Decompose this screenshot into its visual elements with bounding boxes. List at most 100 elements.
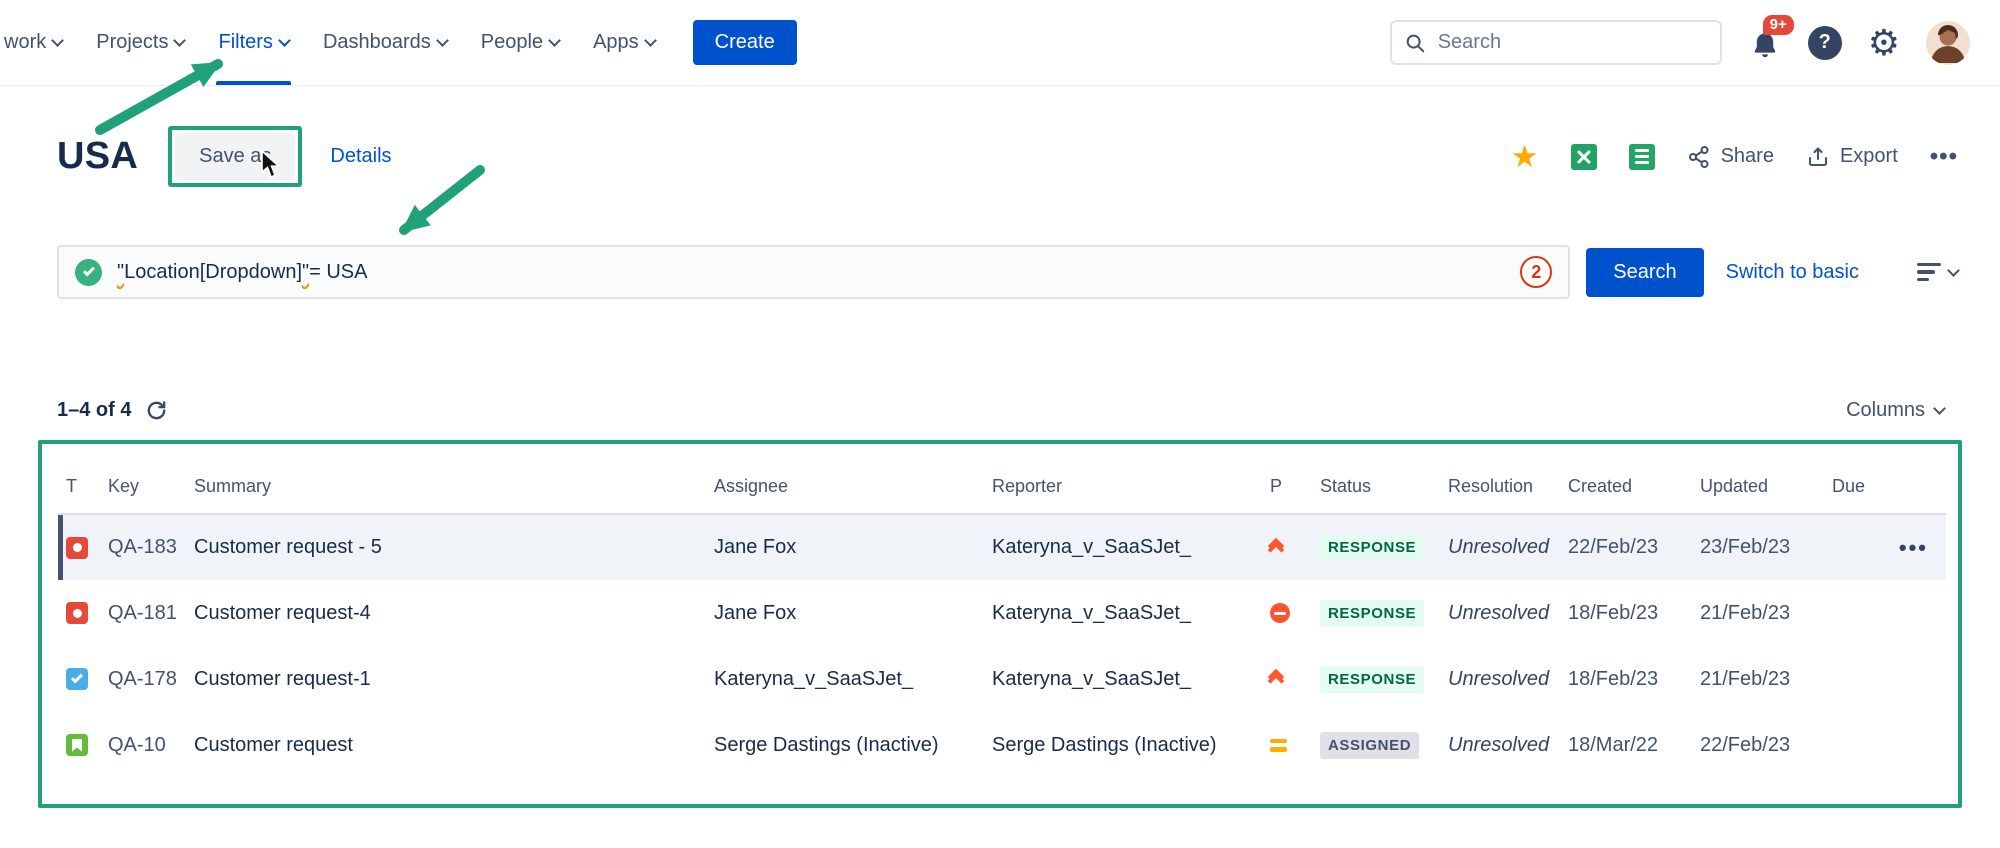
resolution-cell: Unresolved: [1440, 646, 1560, 712]
export-label: Export: [1840, 145, 1898, 168]
created-cell: 18/Mar/22: [1560, 712, 1692, 778]
details-link[interactable]: Details: [330, 145, 391, 168]
table-row[interactable]: QA-183Customer request - 5Jane FoxKatery…: [58, 514, 1946, 580]
task-icon: [66, 668, 88, 690]
notification-badge: 9+: [1763, 15, 1794, 35]
col-header-summary[interactable]: Summary: [186, 468, 706, 514]
save-as-button[interactable]: Save as: [175, 133, 295, 180]
row-actions-cell: [1888, 580, 1946, 646]
table-row[interactable]: QA-181Customer request-4Jane FoxKateryna…: [58, 580, 1946, 646]
priority-blocker-icon: [1270, 603, 1290, 623]
resolution-cell: Unresolved: [1440, 580, 1560, 646]
nav-right-group: 9+ ? ⚙: [1390, 20, 1970, 65]
create-button[interactable]: Create: [693, 20, 797, 65]
due-cell: [1824, 646, 1888, 712]
search-input[interactable]: [1436, 30, 1708, 55]
top-navigation: work Projects Filters Dashboards People …: [0, 0, 2000, 86]
status-cell: RESPONSE: [1312, 514, 1440, 580]
nav-item-label: work: [4, 31, 46, 54]
nav-item-filters[interactable]: Filters: [218, 0, 288, 85]
col-header-status[interactable]: Status: [1312, 468, 1440, 514]
global-search[interactable]: [1390, 20, 1722, 65]
assignee-cell: Jane Fox: [706, 514, 984, 580]
jql-search-button[interactable]: Search: [1586, 248, 1703, 297]
results-count: 1–4 of 4: [57, 399, 131, 422]
priority-medium-icon: [1270, 739, 1287, 752]
col-header-updated[interactable]: Updated: [1692, 468, 1824, 514]
query-error-count-badge[interactable]: 2: [1520, 256, 1552, 288]
table-row[interactable]: QA-10Customer request Serge Dastings (Ina…: [58, 712, 1946, 778]
status-cell: RESPONSE: [1312, 646, 1440, 712]
jira-filter-page: work Projects Filters Dashboards People …: [0, 0, 2000, 848]
page-header: USA Save as Details ★ Share: [0, 126, 2000, 187]
settings-gear-icon[interactable]: ⚙: [1868, 25, 1900, 61]
issue-table-body: QA-183Customer request - 5Jane FoxKatery…: [58, 514, 1946, 778]
col-header-due[interactable]: Due: [1824, 468, 1888, 514]
col-header-assignee[interactable]: Assignee: [706, 468, 984, 514]
col-header-created[interactable]: Created: [1560, 468, 1692, 514]
chevron-down-icon: [548, 34, 561, 47]
issue-table-annotation-box: T Key Summary Assignee Reporter P Status…: [38, 440, 1962, 808]
col-header-type[interactable]: T: [58, 468, 100, 514]
nav-item-apps[interactable]: Apps: [593, 0, 655, 85]
jql-input[interactable]: "Location[Dropdown]"= USA 2: [57, 245, 1570, 299]
notifications-button[interactable]: 9+: [1748, 26, 1782, 60]
nav-item-label: Apps: [593, 31, 639, 54]
col-header-priority[interactable]: P: [1262, 468, 1312, 514]
refresh-icon[interactable]: [145, 399, 168, 422]
status-badge: ASSIGNED: [1320, 732, 1419, 759]
export-sheets-icon[interactable]: [1629, 144, 1655, 170]
status-badge: RESPONSE: [1320, 600, 1424, 627]
row-actions-cell: [1888, 646, 1946, 712]
chevron-down-icon: [174, 34, 187, 47]
view-switcher-button[interactable]: [1917, 263, 1958, 282]
favorite-star-icon[interactable]: ★: [1511, 141, 1539, 172]
issue-key-link[interactable]: QA-181: [100, 580, 186, 646]
issue-key-link[interactable]: QA-178: [100, 646, 186, 712]
updated-cell: 21/Feb/23: [1692, 646, 1824, 712]
assignee-cell: Jane Fox: [706, 580, 984, 646]
updated-cell: 22/Feb/23: [1692, 712, 1824, 778]
type-cell: [58, 514, 100, 580]
assignee-cell: Kateryna_v_SaaSJet_: [706, 646, 984, 712]
issue-summary-link[interactable]: Customer request-4: [186, 580, 706, 646]
more-options-icon[interactable]: •••: [1930, 143, 1958, 171]
status-cell: ASSIGNED: [1312, 712, 1440, 778]
type-cell: [58, 646, 100, 712]
row-actions-cell: [1888, 712, 1946, 778]
col-header-key[interactable]: Key: [100, 468, 186, 514]
bug-icon: [66, 602, 88, 624]
reporter-cell: Serge Dastings (Inactive): [984, 712, 1262, 778]
help-button[interactable]: ?: [1808, 26, 1842, 60]
nav-item-dashboards[interactable]: Dashboards: [323, 0, 447, 85]
col-header-resolution[interactable]: Resolution: [1440, 468, 1560, 514]
due-cell: [1824, 712, 1888, 778]
nav-item-projects[interactable]: Projects: [96, 0, 184, 85]
nav-item-label: Dashboards: [323, 31, 431, 54]
export-icon: [1806, 145, 1830, 169]
share-button[interactable]: Share: [1687, 145, 1774, 169]
export-excel-icon[interactable]: [1571, 144, 1597, 170]
nav-item-work[interactable]: work: [4, 0, 62, 85]
columns-label: Columns: [1846, 399, 1925, 422]
issue-summary-link[interactable]: Customer request: [186, 712, 706, 778]
issue-key-link[interactable]: QA-183: [100, 514, 186, 580]
status-cell: RESPONSE: [1312, 580, 1440, 646]
col-header-reporter[interactable]: Reporter: [984, 468, 1262, 514]
switch-to-basic-link[interactable]: Switch to basic: [1726, 261, 1859, 284]
export-button[interactable]: Export: [1806, 145, 1898, 169]
story-icon: [66, 734, 88, 756]
columns-dropdown[interactable]: Columns: [1846, 399, 1944, 422]
table-row[interactable]: QA-178Customer request-1Kateryna_v_SaaSJ…: [58, 646, 1946, 712]
type-cell: [58, 712, 100, 778]
meatball-menu-icon[interactable]: •••: [1899, 535, 1928, 560]
issue-key-link[interactable]: QA-10: [100, 712, 186, 778]
chevron-down-icon: [1933, 402, 1946, 415]
col-header-actions: [1888, 468, 1946, 514]
issue-summary-link[interactable]: Customer request - 5: [186, 514, 706, 580]
question-mark-icon: ?: [1819, 31, 1831, 54]
user-avatar[interactable]: [1926, 21, 1970, 65]
nav-item-people[interactable]: People: [481, 0, 559, 85]
issue-summary-link[interactable]: Customer request-1: [186, 646, 706, 712]
nav-item-label: Filters: [218, 31, 272, 54]
